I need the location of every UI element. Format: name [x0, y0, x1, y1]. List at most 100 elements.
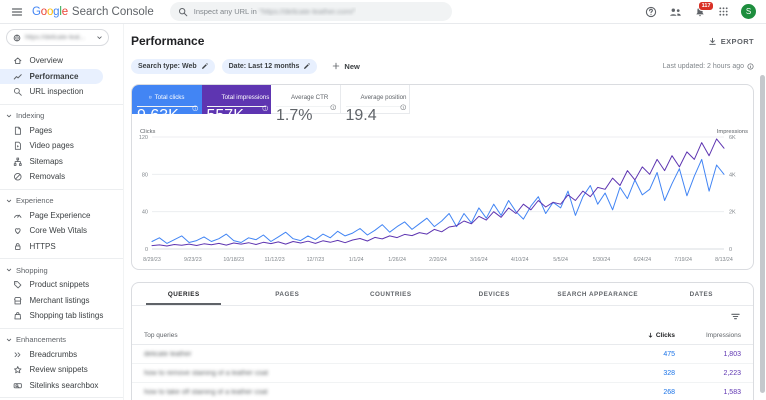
dimensions-table-card: QUERIES PAGES COUNTRIES DEVICES SEARCH APPEA…	[131, 282, 754, 400]
svg-text:5/5/24: 5/5/24	[553, 257, 568, 263]
metric-tile-average-position[interactable]: Average position 19.4	[340, 85, 410, 124]
chart-area[interactable]: Clicks Impressions 0 0 40 2K 80 4K 120 6K 8/29/2…	[132, 125, 754, 269]
new-label: New	[344, 61, 360, 71]
info-icon[interactable]	[747, 62, 754, 70]
removals-icon	[13, 172, 23, 182]
info-icon[interactable]	[192, 104, 199, 112]
sidebar-item-removals[interactable]: Removals	[0, 169, 123, 185]
new-filter-button[interactable]: New	[332, 61, 360, 71]
column-top-queries[interactable]: Top queries	[144, 332, 605, 339]
menu-icon[interactable]	[6, 1, 28, 23]
avatar[interactable]: S	[741, 4, 756, 19]
chevron-down-icon	[96, 34, 103, 41]
tab-devices[interactable]: DEVICES	[443, 283, 547, 305]
sidebar-item-core-web-vitals[interactable]: Core Web Vitals	[0, 223, 123, 239]
date-filter-chip[interactable]: Date: Last 12 months	[221, 58, 318, 74]
bag-icon	[13, 311, 23, 321]
help-icon[interactable]	[645, 6, 657, 18]
table-row[interactable]: delicate leather 475 1,803	[132, 345, 753, 364]
export-button[interactable]: EXPORT	[708, 37, 754, 46]
metric-tile-total-impressions[interactable]: Total impressions 557K	[201, 85, 271, 124]
info-icon[interactable]	[261, 104, 269, 112]
svg-text:7/19/24: 7/19/24	[674, 257, 692, 263]
sidebar-item-label: Video pages	[29, 141, 74, 151]
svg-text:0: 0	[729, 247, 732, 253]
metric-label: Total impressions	[221, 93, 270, 101]
sidebar-item-label: Overview	[29, 56, 63, 66]
clicks-cell: 268	[663, 388, 675, 396]
sidebar-item-sitemaps[interactable]: Sitemaps	[0, 154, 123, 170]
sidebar-item-product-snippets[interactable]: Product snippets	[0, 277, 123, 293]
svg-text:8/29/23: 8/29/23	[143, 257, 161, 263]
url-inspection-input[interactable]: Inspect any URL in "https://delicate-lea…	[169, 2, 452, 21]
sidebar-item-label: Core Web Vitals	[29, 226, 88, 236]
sidebar-section-header-indexing[interactable]: Indexing	[0, 109, 123, 123]
sidebar-item-merchant-listings[interactable]: Merchant listings	[0, 293, 123, 309]
tab-search-appearance[interactable]: SEARCH APPEARANCE	[546, 283, 650, 305]
sidebar-item-overview[interactable]: Overview	[0, 53, 123, 69]
tab-dates[interactable]: DATES	[650, 283, 754, 305]
left-axis-label: Clicks	[140, 129, 156, 135]
svg-text:40: 40	[142, 210, 148, 216]
apps-grid-icon[interactable]	[718, 6, 729, 17]
svg-text:0: 0	[145, 247, 148, 253]
svg-text:8/13/24: 8/13/24	[715, 257, 733, 263]
search-placeholder-url: "https://delicate-leather.com/"	[258, 7, 356, 16]
sidebar-section-header-shopping[interactable]: Shopping	[0, 263, 123, 277]
tab-queries[interactable]: QUERIES	[132, 283, 236, 305]
sidebar-item-review-snippets[interactable]: Review snippets	[0, 362, 123, 378]
google-logo: Google	[32, 6, 68, 18]
sidebar-item-url-inspection[interactable]: URL inspection	[0, 84, 123, 100]
sidebar-item-performance[interactable]: Performance	[0, 68, 103, 84]
sidebar-item-label: HTTPS	[29, 241, 56, 251]
gauge-icon	[13, 211, 23, 221]
main-content: Performance EXPORT Search type: Web Date…	[124, 24, 766, 400]
plus-icon	[332, 62, 340, 70]
users-icon[interactable]	[669, 6, 682, 18]
sidebar-item-shopping-tab-listings[interactable]: Shopping tab listings	[0, 308, 123, 324]
column-clicks[interactable]: Clicks	[605, 332, 675, 339]
property-selector[interactable]: https://delicate-leat...	[6, 29, 109, 46]
svg-text:11/12/23: 11/12/23	[264, 257, 284, 263]
tab-pages[interactable]: PAGES	[236, 283, 340, 305]
tab-countries[interactable]: COUNTRIES	[339, 283, 443, 305]
sidebar-section-header-enhancements[interactable]: Enhancements	[0, 333, 123, 347]
sidebar-item-sitelinks-searchbox[interactable]: Sitelinks searchbox	[0, 378, 123, 394]
query-cell[interactable]: how to remove staining of a leather coat	[144, 370, 605, 377]
query-cell[interactable]: how to take off staining of a leather co…	[144, 389, 605, 396]
clicks-cell: 475	[663, 350, 675, 358]
search-icon	[13, 87, 23, 97]
notifications-icon[interactable]: 117	[694, 0, 714, 18]
vertical-scrollbar[interactable]	[760, 75, 765, 393]
sidebar-item-label: Sitelinks searchbox	[29, 380, 99, 390]
sidebar-item-https[interactable]: HTTPS	[0, 239, 123, 255]
metric-value: 557K	[206, 107, 244, 124]
chevron-down-icon	[5, 336, 13, 344]
sidebar-section-header-experience[interactable]: Experience	[0, 194, 123, 208]
sidebar-item-breadcrumbs[interactable]: Breadcrumbs	[0, 347, 123, 363]
column-impressions[interactable]: Impressions	[675, 332, 741, 339]
checkbox-checked-icon[interactable]	[149, 94, 152, 101]
table-row[interactable]: how to take off staining of a leather co…	[132, 383, 753, 400]
performance-line-chart[interactable]: 0 0 40 2K 80 4K 120 6K 8/29/23 9/23/23 10/18/23 11/…	[132, 125, 754, 265]
performance-chart-card: Total clicks 9.63K Total impressions 557K Av…	[131, 84, 754, 270]
filter-icon[interactable]	[730, 311, 741, 322]
logo-letter: G	[32, 5, 41, 18]
table-body: delicate leather 475 1,803 how to remove st…	[132, 345, 753, 400]
sidebar-item-label: Removals	[29, 172, 66, 182]
sidebar-item-label: Page Experience	[29, 210, 91, 220]
sidebar-item-label: Merchant listings	[29, 295, 90, 305]
metric-tile-average-ctr[interactable]: Average CTR 1.7%	[271, 85, 341, 124]
svg-text:120: 120	[139, 135, 148, 141]
series-line-impressions	[151, 138, 725, 247]
info-icon[interactable]	[399, 103, 407, 111]
sidebar-item-pages[interactable]: Pages	[0, 123, 123, 139]
sidebar-item-page-experience[interactable]: Page Experience	[0, 208, 123, 224]
search-type-filter-chip[interactable]: Search type: Web	[131, 58, 215, 74]
query-cell[interactable]: delicate leather	[144, 351, 605, 358]
info-icon[interactable]	[330, 103, 337, 111]
metric-tile-total-clicks[interactable]: Total clicks 9.63K	[132, 85, 202, 124]
sitelinks-icon	[13, 381, 23, 391]
sidebar-item-video-pages[interactable]: Video pages	[0, 138, 123, 154]
table-row[interactable]: how to remove staining of a leather coat…	[132, 364, 753, 383]
